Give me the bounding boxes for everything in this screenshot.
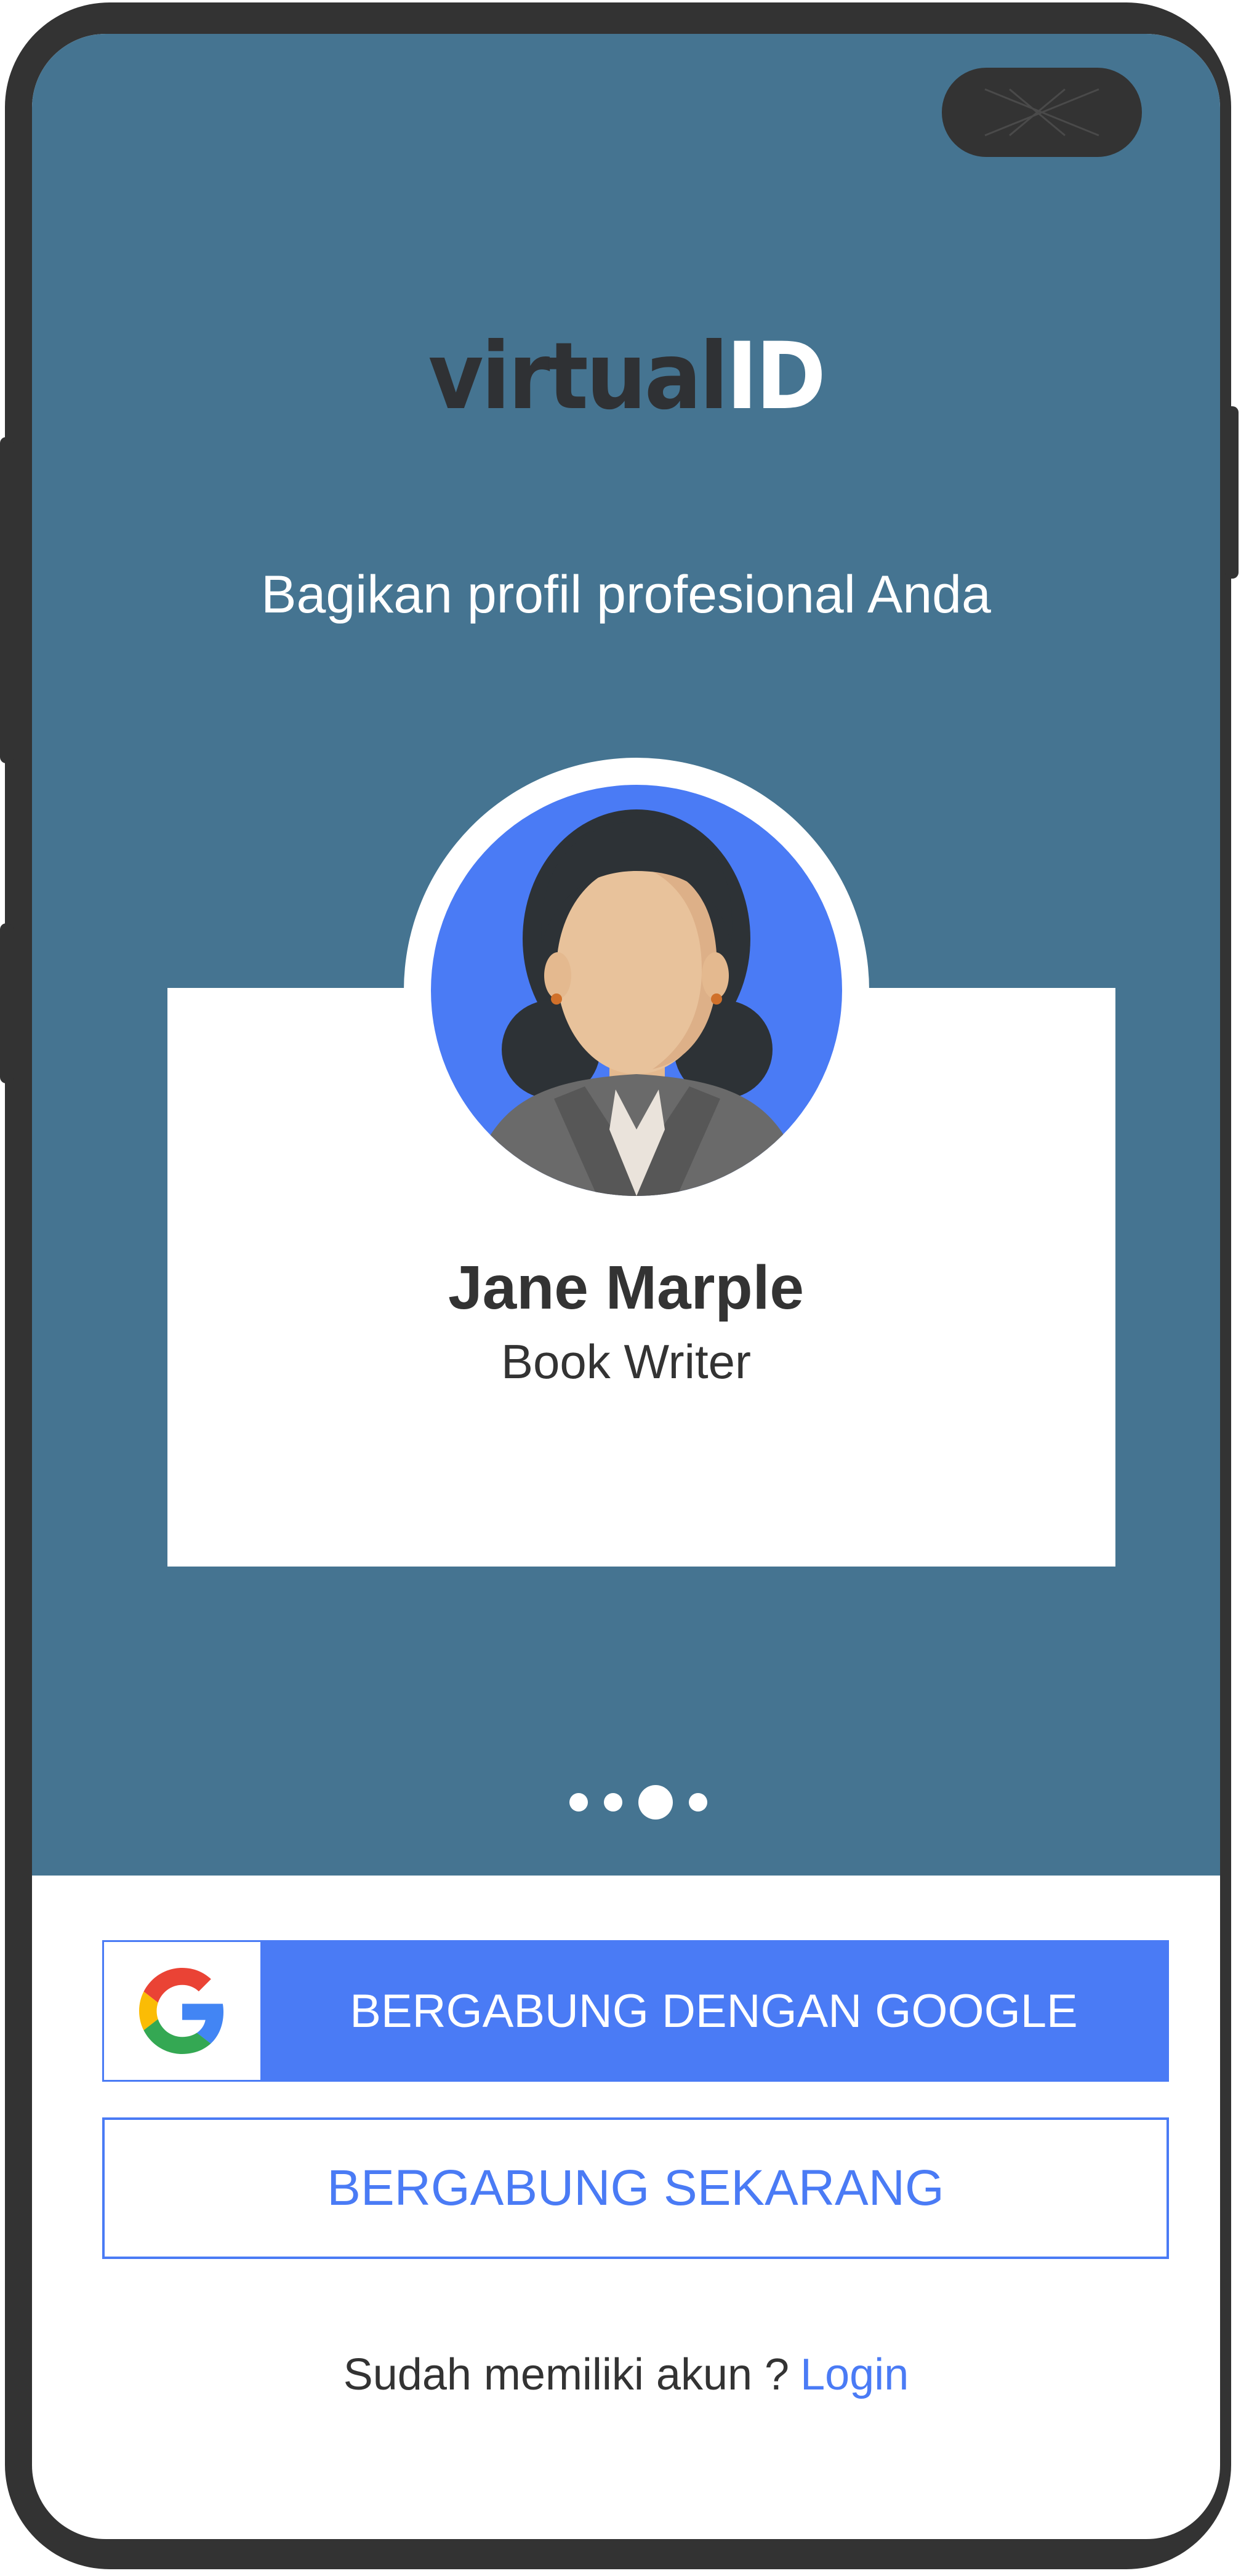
logo-text-id: ID	[726, 323, 826, 430]
pager-dot[interactable]	[604, 1793, 622, 1812]
side-button-right	[1225, 406, 1239, 579]
onboarding-hero: virtualID Bagikan profil profesional And…	[32, 34, 1220, 1876]
pager-dots	[44, 1781, 1220, 1824]
profile-role: Book Writer	[501, 1334, 751, 1389]
woman-avatar-icon	[468, 809, 806, 1196]
login-prompt: Sudah memiliki akun ? Login	[32, 2349, 1220, 2400]
have-account-text: Sudah memiliki akun ?	[343, 2350, 790, 2399]
pager-dot[interactable]	[689, 1793, 707, 1812]
app-logo: virtualID	[79, 323, 1173, 430]
pager-dot[interactable]	[569, 1793, 588, 1812]
join-now-button[interactable]: BERGABUNG SEKARANG	[102, 2117, 1169, 2259]
side-button-left-2	[0, 923, 14, 1083]
join-with-google-button[interactable]: BERGABUNG DENGAN GOOGLE	[102, 1940, 1169, 2082]
google-icon-box	[104, 1942, 260, 2080]
camera-cutout-icon	[942, 68, 1142, 157]
logo-text-virtual: virtual	[428, 323, 729, 430]
join-with-google-label: BERGABUNG DENGAN GOOGLE	[350, 1984, 1078, 2037]
avatar	[431, 785, 842, 1196]
side-button-left-1	[0, 437, 14, 763]
google-g-icon	[139, 1968, 224, 2054]
login-link[interactable]: Login	[800, 2350, 909, 2399]
pager-dot-active[interactable]	[638, 1785, 673, 1820]
profile-name: Jane Marple	[448, 1253, 805, 1322]
phone-screen: virtualID Bagikan profil profesional And…	[32, 34, 1220, 2539]
tagline: Bagikan profil profesional Anda	[261, 565, 991, 624]
